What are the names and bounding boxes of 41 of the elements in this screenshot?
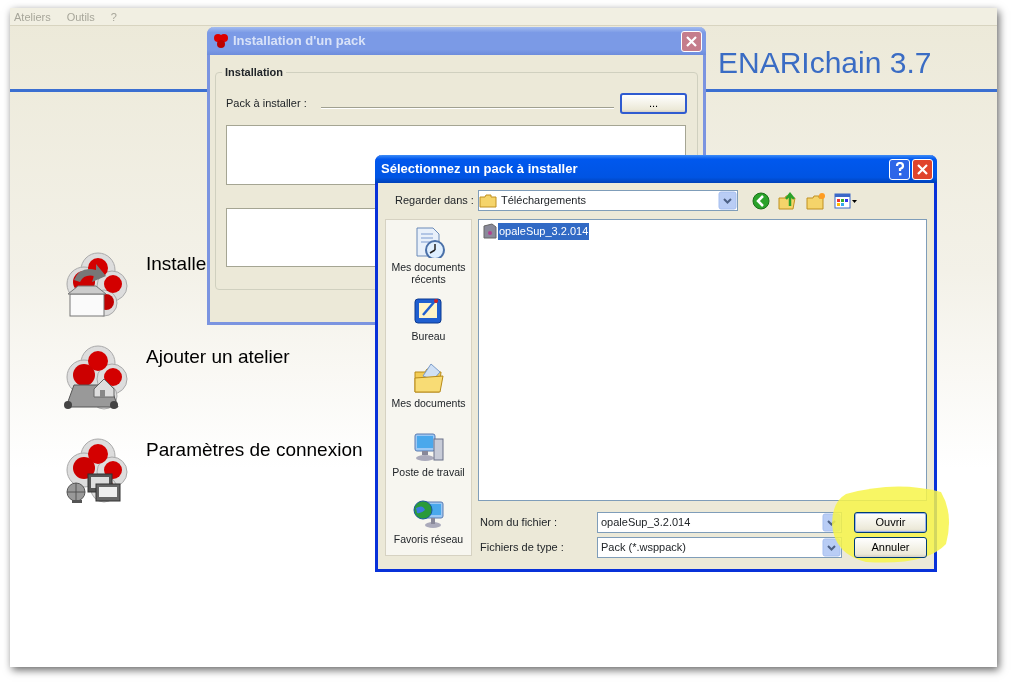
folder-icon <box>479 193 497 208</box>
browse-button[interactable]: ... <box>620 93 687 114</box>
field-value: opaleSup_3.2.014 <box>601 515 692 531</box>
open-button[interactable]: Ouvrir <box>854 512 927 533</box>
view-menu-icon[interactable] <box>834 192 858 209</box>
folder-up-icon[interactable] <box>778 191 798 210</box>
place-item[interactable]: Favoris réseau <box>386 498 471 545</box>
file-item[interactable]: opaleSup_3.2.014 <box>498 223 590 240</box>
input-field[interactable] <box>320 106 614 109</box>
close-button[interactable] <box>912 158 933 180</box>
help-icon <box>894 162 905 176</box>
field-label: Regarder dans : <box>395 193 475 209</box>
app-logo-icon <box>213 33 229 49</box>
place-item[interactable]: Mes documents récents <box>386 226 471 285</box>
action-link[interactable]: Ajouter un atelier <box>146 345 290 369</box>
field-value: Pack (*.wsppack) <box>601 540 687 556</box>
field-label: Fichiers de type : <box>480 540 565 556</box>
window-title: Installation d'un pack <box>233 32 367 51</box>
close-icon <box>917 163 928 175</box>
back-icon[interactable] <box>752 191 770 210</box>
cancel-button[interactable]: Annuler <box>854 537 927 558</box>
place-item[interactable]: Mes documents <box>386 362 471 409</box>
app-title: ENARIchain 3.7 <box>717 44 932 81</box>
close-button[interactable] <box>681 30 702 52</box>
filetype-dropdown[interactable]: Pack (*.wsppack) <box>597 537 842 558</box>
folder-icon <box>412 362 445 394</box>
place-item[interactable]: Poste de travail <box>386 431 471 478</box>
field-label: Pack à installer : <box>226 96 307 112</box>
window-title: Sélectionnez un pack à installer <box>381 160 579 179</box>
field-label: Nom du fichier : <box>480 515 559 531</box>
computer-icon <box>412 431 445 463</box>
action-link[interactable]: Paramètres de connexion <box>146 438 363 462</box>
help-button[interactable] <box>889 158 910 180</box>
folder-dropdown[interactable]: Téléchargements <box>478 190 738 211</box>
file-icon <box>482 223 498 240</box>
dropdown-value: Téléchargements <box>501 193 587 209</box>
place-item[interactable]: Bureau <box>386 295 471 342</box>
action-link[interactable]: Installe <box>146 252 207 276</box>
globe-computer-icon <box>412 498 445 530</box>
close-icon <box>686 35 697 47</box>
desktop-icon <box>412 295 445 327</box>
